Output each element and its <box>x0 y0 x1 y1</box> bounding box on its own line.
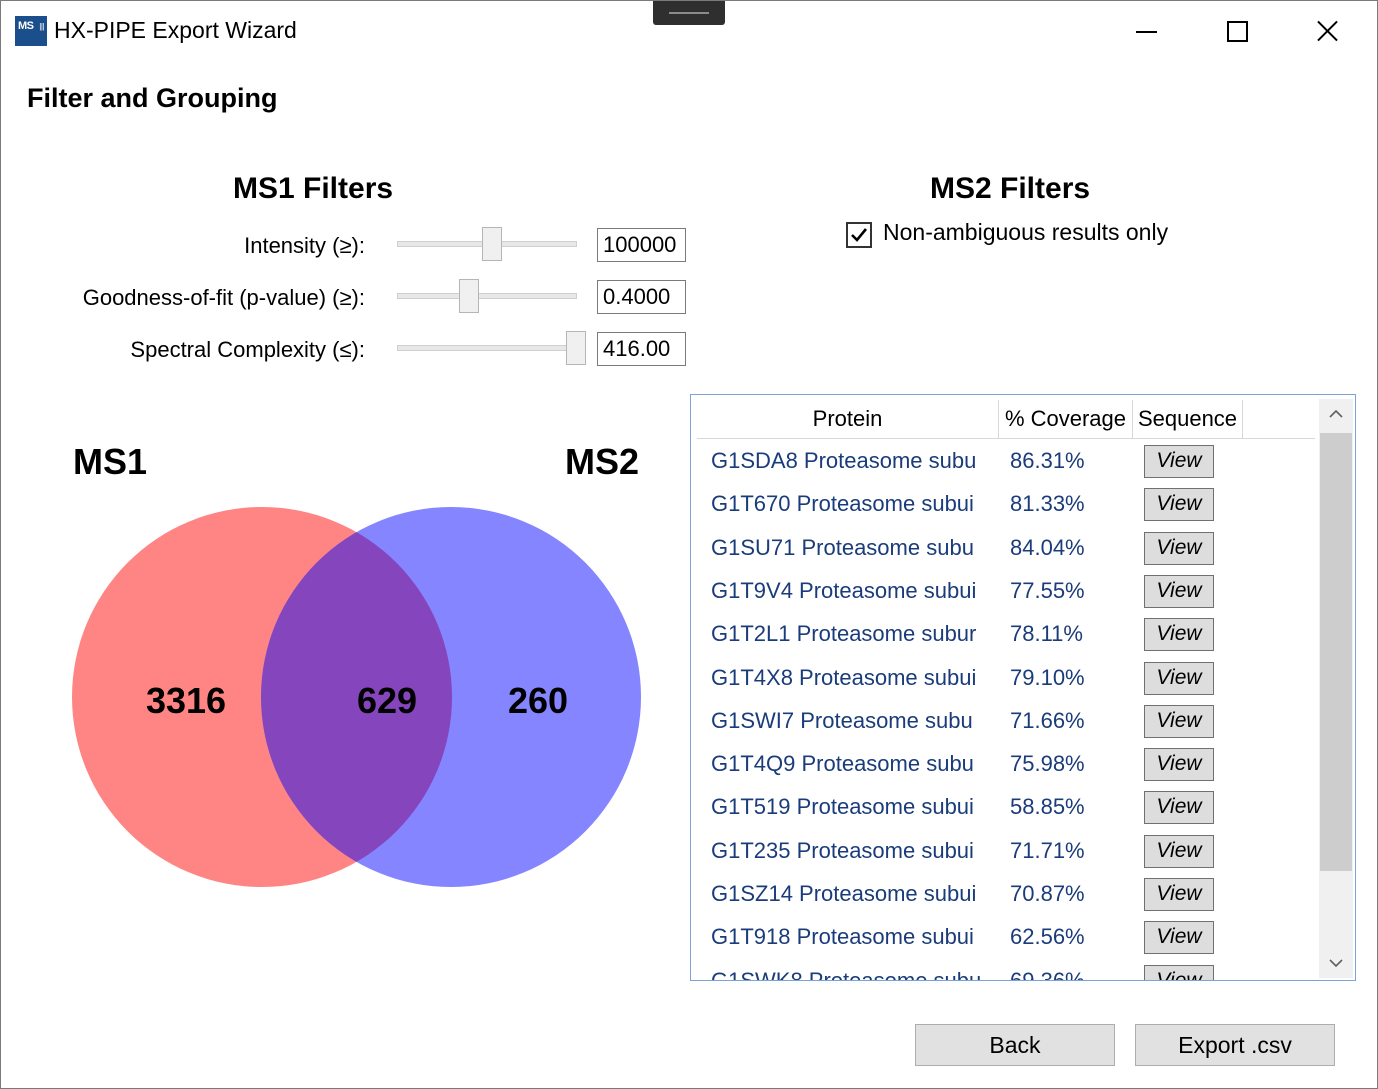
protein-cell: G1T670 Proteasome subui <box>711 491 974 517</box>
venn-ms2-only-count: 260 <box>508 680 568 721</box>
intensity-slider-thumb[interactable] <box>482 227 502 261</box>
venn-ms2-label: MS2 <box>565 441 640 482</box>
scroll-up-button[interactable] <box>1319 399 1353 429</box>
view-sequence-button[interactable]: View <box>1144 748 1214 782</box>
view-sequence-button[interactable]: View <box>1144 921 1214 955</box>
ms1-filters-title: MS1 Filters <box>233 172 394 205</box>
table-row[interactable]: G1T9V4 Proteasome subui 77.55% View <box>697 570 1315 613</box>
table-row[interactable]: G1T519 Proteasome subui 58.85% View <box>697 786 1315 829</box>
spectral-complexity-slider-track[interactable] <box>397 345 577 351</box>
column-header-protein[interactable]: Protein <box>697 400 999 438</box>
venn-diagram: 3316 629 260 <box>72 507 641 887</box>
protein-cell: G1T918 Proteasome subui <box>711 924 974 950</box>
coverage-cell: 78.11% <box>1010 621 1083 647</box>
spectral-complexity-input[interactable]: 416.00 <box>597 332 686 366</box>
ms2-filters-title: MS2 Filters <box>930 172 1091 205</box>
view-sequence-button[interactable]: View <box>1144 531 1214 565</box>
view-sequence-button[interactable]: View <box>1144 488 1214 522</box>
view-sequence-button[interactable]: View <box>1144 618 1214 652</box>
table-row[interactable]: G1T4X8 Proteasome subui 79.10% View <box>697 657 1315 700</box>
coverage-cell: 58.85% <box>1010 794 1085 820</box>
scroll-down-button[interactable] <box>1319 948 1353 978</box>
window-title: HX-PIPE Export Wizard <box>54 17 297 43</box>
chevron-down-icon <box>1329 959 1343 968</box>
page-title: Filter and Grouping <box>27 83 278 113</box>
protein-cell: G1T235 Proteasome subui <box>711 837 974 863</box>
protein-cell: G1SDA8 Proteasome subu <box>711 448 977 473</box>
table-row[interactable]: G1SU71 Proteasome subu 84.04% View <box>697 527 1315 570</box>
venn-ms1-label: MS1 <box>73 441 148 482</box>
protein-cell: G1SZ14 Proteasome subui <box>711 881 977 906</box>
view-sequence-button[interactable]: View <box>1144 834 1214 868</box>
coverage-cell: 79.10% <box>1010 664 1085 690</box>
table-row[interactable]: G1T2L1 Proteasome subur 78.11% View <box>697 613 1315 656</box>
coverage-cell: 70.87% <box>1010 881 1085 906</box>
coverage-cell: 84.04% <box>1010 534 1085 560</box>
non-ambiguous-label: Non-ambiguous results only <box>883 219 1169 245</box>
view-sequence-button[interactable]: View <box>1144 574 1214 608</box>
protein-cell: G1SWI7 Proteasome subu <box>711 707 973 733</box>
view-sequence-button[interactable]: View <box>1144 704 1214 738</box>
protein-table[interactable]: Protein % Coverage Sequence G1SDA8 Prote… <box>690 394 1356 981</box>
column-header-coverage[interactable]: % Coverage <box>999 400 1133 438</box>
table-row[interactable]: G1T235 Proteasome subui 71.71% View <box>697 830 1315 873</box>
protein-cell: G1T4X8 Proteasome subui <box>711 664 977 690</box>
coverage-cell: 71.66% <box>1010 707 1085 733</box>
window-drag-handle[interactable] <box>653 1 725 25</box>
scroll-thumb[interactable] <box>1320 433 1352 871</box>
protein-cell: G1SWK8 Proteasome subu <box>711 967 982 981</box>
goodness-of-fit-slider-thumb[interactable] <box>459 279 479 313</box>
title-bar[interactable]: MS ||| HX-PIPE Export Wizard <box>1 1 1377 63</box>
intensity-label: Intensity (≥): <box>244 233 365 258</box>
table-row[interactable]: G1T918 Proteasome subui 62.56% View <box>697 916 1315 959</box>
view-sequence-button[interactable]: View <box>1144 661 1214 695</box>
coverage-cell: 69.36% <box>1010 967 1085 981</box>
table-scrollbar[interactable] <box>1319 399 1353 978</box>
close-button[interactable] <box>1311 13 1347 49</box>
goodness-of-fit-slider-track[interactable] <box>397 293 577 299</box>
export-csv-button[interactable]: Export .csv <box>1135 1024 1335 1066</box>
back-button[interactable]: Back <box>915 1024 1115 1066</box>
table-row[interactable]: G1SZ14 Proteasome subui 70.87% View <box>697 873 1315 916</box>
coverage-cell: 62.56% <box>1010 924 1085 950</box>
view-sequence-button[interactable]: View <box>1144 445 1214 478</box>
column-header-sequence[interactable]: Sequence <box>1133 400 1243 438</box>
non-ambiguous-checkbox[interactable] <box>846 222 872 248</box>
table-row[interactable]: G1T4Q9 Proteasome subu 75.98% View <box>697 743 1315 786</box>
view-sequence-button[interactable]: View <box>1144 791 1214 825</box>
view-sequence-button[interactable]: View <box>1144 878 1214 911</box>
export-wizard-window: MS ||| HX-PIPE Export Wizard Filter and … <box>0 0 1378 1089</box>
table-row[interactable]: G1SWK8 Proteasome subu 69.36% View <box>697 960 1315 981</box>
coverage-cell: 71.71% <box>1010 837 1085 863</box>
table-row[interactable]: G1SDA8 Proteasome subu 86.31% View <box>697 440 1315 483</box>
app-logo-icon: MS ||| <box>15 16 47 46</box>
spectral-complexity-slider-thumb[interactable] <box>566 331 586 365</box>
protein-cell: G1T2L1 Proteasome subur <box>711 621 977 647</box>
goodness-of-fit-input[interactable]: 0.4000 <box>597 280 686 314</box>
table-row[interactable]: G1SWI7 Proteasome subu 71.66% View <box>697 700 1315 743</box>
table-header: Protein % Coverage Sequence <box>697 400 1315 439</box>
maximize-button[interactable] <box>1219 13 1255 49</box>
view-sequence-button[interactable]: View <box>1144 964 1214 980</box>
venn-overlap-count: 629 <box>357 680 417 721</box>
app-logo-bars: ||| <box>39 22 44 31</box>
coverage-cell: 81.33% <box>1010 491 1085 517</box>
coverage-cell: 86.31% <box>1010 448 1085 473</box>
coverage-cell: 75.98% <box>1010 751 1085 777</box>
protein-cell: G1T4Q9 Proteasome subu <box>711 751 974 777</box>
venn-ms1-only-count: 3316 <box>146 680 226 721</box>
coverage-cell: 77.55% <box>1010 577 1085 603</box>
protein-cell: G1T9V4 Proteasome subui <box>711 577 977 603</box>
protein-cell: G1SU71 Proteasome subu <box>711 534 974 560</box>
intensity-input[interactable]: 100000 <box>597 228 686 262</box>
protein-cell: G1T519 Proteasome subui <box>711 794 974 820</box>
table-row[interactable]: G1T670 Proteasome subui 81.33% View <box>697 483 1315 526</box>
checkmark-icon <box>851 228 868 242</box>
goodness-of-fit-label: Goodness-of-fit (p-value) (≥): <box>82 285 365 310</box>
app-logo-text: MS <box>18 20 34 32</box>
minimize-button[interactable] <box>1128 13 1164 49</box>
spectral-complexity-label: Spectral Complexity (≤): <box>130 337 365 362</box>
chevron-up-icon <box>1329 409 1343 418</box>
